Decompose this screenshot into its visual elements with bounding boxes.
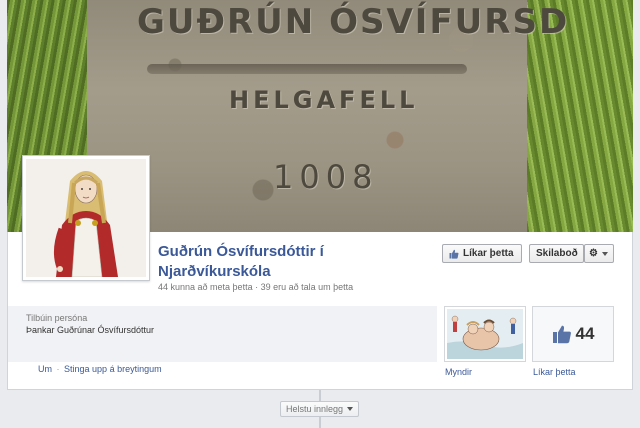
thumbs-up-icon xyxy=(552,325,571,344)
message-button[interactable]: Skilaboð xyxy=(529,244,584,263)
chevron-down-icon xyxy=(601,251,608,256)
about-link[interactable]: Um xyxy=(38,364,52,374)
likes-tile[interactable]: 44 xyxy=(532,306,614,362)
cover-stone-groove xyxy=(147,64,467,74)
like-button-label: Líkar þetta xyxy=(463,248,514,259)
chevron-down-icon xyxy=(347,407,354,411)
suggest-edits-link[interactable]: Stinga upp á breytingum xyxy=(64,364,162,374)
photo-thumbnail xyxy=(447,309,523,359)
link-separator: · xyxy=(56,364,60,374)
message-button-label: Skilaboð xyxy=(536,248,578,259)
about-box: Tilbúin persóna Þankar Guðrúnar Ósvífurs… xyxy=(8,306,437,362)
cover-engraving-year: 1008 xyxy=(273,158,379,196)
likes-link[interactable]: Líkar þetta xyxy=(533,367,576,377)
page-category: Tilbúin persóna xyxy=(26,313,88,323)
page-title[interactable]: Guðrún Ósvífursdóttir í Njarðvíkurskóla xyxy=(158,242,428,282)
cover-engraving-name: GUÐRÚN ÓSVÍFURSD xyxy=(137,2,570,42)
profile-picture[interactable] xyxy=(22,155,150,281)
profile-illustration xyxy=(26,159,146,277)
about-links: Um · Stinga upp á breytingum xyxy=(38,364,162,374)
cover-engraving-place: HELGAFELL xyxy=(229,86,419,114)
settings-menu-button[interactable]: ⚙ xyxy=(584,244,614,263)
page-stats: 44 kunna að meta þetta · 39 eru að tala … xyxy=(158,282,354,292)
page-description: Þankar Guðrúnar Ósvífursdóttur xyxy=(26,325,155,335)
like-button[interactable]: Líkar þetta xyxy=(442,244,522,263)
photos-link[interactable]: Myndir xyxy=(445,367,472,377)
gear-icon: ⚙ xyxy=(589,247,598,259)
woman-illustration-icon xyxy=(26,159,146,277)
photos-tile[interactable] xyxy=(444,306,526,362)
thumbs-up-icon xyxy=(449,249,459,259)
likes-count: 44 xyxy=(575,324,595,343)
timeline-filter-label: Helstu innlegg xyxy=(285,404,344,414)
timeline-filter-button[interactable]: Helstu innlegg xyxy=(280,401,359,417)
